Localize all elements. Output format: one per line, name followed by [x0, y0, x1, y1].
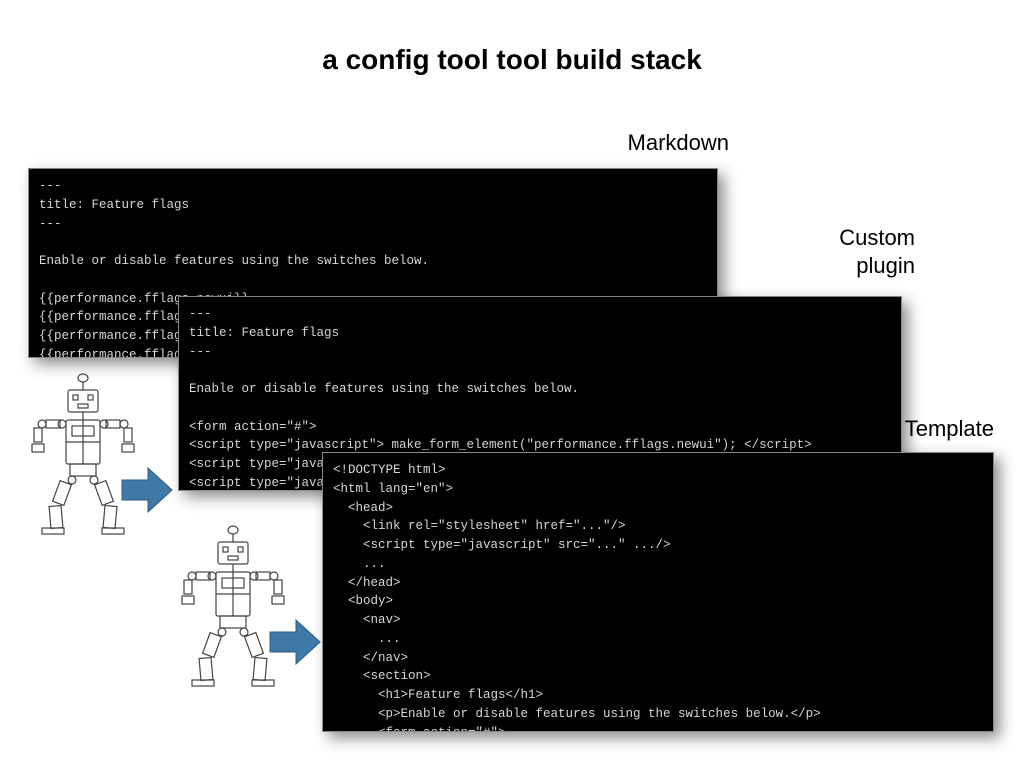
arrow-right-icon [120, 466, 174, 514]
label-markdown: Markdown [628, 130, 729, 156]
arrow-right-icon [268, 618, 322, 666]
label-template: Template [905, 416, 994, 442]
terminal-template: <!DOCTYPE html> <html lang="en"> <head> … [322, 452, 994, 732]
label-plugin: Custom plugin [839, 224, 915, 279]
slide-title: a config tool tool build stack [0, 44, 1024, 76]
